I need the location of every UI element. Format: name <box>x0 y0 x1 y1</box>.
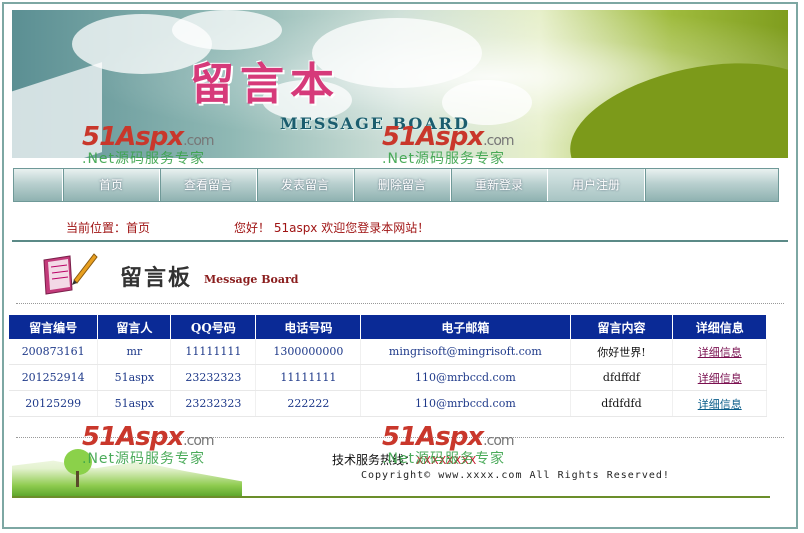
cell-author: mr <box>97 339 172 365</box>
col-header-phone: 电话号码 <box>255 315 362 339</box>
col-header-content: 留言内容 <box>570 315 674 339</box>
cell-phone: 222222 <box>255 390 362 417</box>
cell-qq: 11111111 <box>170 339 257 365</box>
divider <box>12 240 788 242</box>
banner-title: 留言本 <box>190 59 340 110</box>
detail-link[interactable]: 详细信息 <box>698 398 742 411</box>
copyright-text: Copyright© www.xxxx.com All Rights Reser… <box>361 470 670 481</box>
table-row: 200873161 mr 11111111 1300000000 mingris… <box>9 339 767 365</box>
col-header-detail: 详细信息 <box>672 315 767 339</box>
nav-home[interactable]: 首页 <box>63 169 160 201</box>
detail-link[interactable]: 详细信息 <box>698 346 742 359</box>
col-header-id: 留言编号 <box>9 315 99 339</box>
header-banner: 留言本 MESSAGE BOARD <box>12 10 788 158</box>
cell-author: 51aspx <box>97 364 172 391</box>
nav-view-messages[interactable]: 查看留言 <box>160 169 257 201</box>
cell-qq: 23232323 <box>170 390 257 417</box>
hotline: 技术服务热线：XXXXXXXX <box>332 451 476 468</box>
cell-id: 201252914 <box>9 364 99 391</box>
table-row: 201252914 51aspx 23232323 11111111 110@m… <box>9 364 767 391</box>
cell-qq: 23232323 <box>170 364 257 391</box>
nav-relogin[interactable]: 重新登录 <box>451 169 548 201</box>
board-subtitle: Message Board <box>204 273 299 286</box>
cell-id: 200873161 <box>9 339 99 365</box>
cell-email: 110@mrbccd.com <box>360 364 571 391</box>
hotline-number: XXXXXXXX <box>416 454 477 467</box>
cell-phone: 1300000000 <box>255 339 362 365</box>
dotted-divider <box>16 303 784 304</box>
footer: 技术服务热线：XXXXXXXX Copyright© www.xxxx.com … <box>12 445 788 497</box>
footer-divider <box>12 496 770 498</box>
cell-email: mingrisoft@mingrisoft.com <box>360 339 571 365</box>
notebook-pen-icon <box>43 253 98 295</box>
nav-post-message[interactable]: 发表留言 <box>257 169 354 201</box>
cell-detail: 详细信息 <box>672 364 767 391</box>
table-header-row: 留言编号 留言人 QQ号码 电话号码 电子邮箱 留言内容 详细信息 <box>9 315 767 339</box>
cell-content: dfdffdf <box>570 364 674 391</box>
nav-delete-message[interactable]: 删除留言 <box>354 169 451 201</box>
main-nav: 首页 查看留言 发表留言 删除留言 重新登录 用户注册 <box>13 168 779 202</box>
banner-subtitle: MESSAGE BOARD <box>280 114 470 133</box>
cell-content: 你好世界! <box>570 339 674 365</box>
cell-detail: 详细信息 <box>672 390 767 417</box>
nav-register[interactable]: 用户注册 <box>548 169 645 201</box>
grass-illustration <box>12 460 242 497</box>
cell-detail: 详细信息 <box>672 339 767 365</box>
col-header-qq: QQ号码 <box>170 315 257 339</box>
table-row: 20125299 51aspx 23232323 222222 110@mrbc… <box>9 390 767 417</box>
cell-phone: 11111111 <box>255 364 362 391</box>
board-title: 留言板 <box>120 265 193 291</box>
cell-id: 20125299 <box>9 390 99 417</box>
dotted-divider <box>16 437 784 438</box>
cell-content: dfdfdfd <box>570 390 674 417</box>
cell-author: 51aspx <box>97 390 172 417</box>
breadcrumb: 当前位置：首页 <box>66 221 151 235</box>
col-header-email: 电子邮箱 <box>360 315 571 339</box>
messages-table: 留言编号 留言人 QQ号码 电话号码 电子邮箱 留言内容 详细信息 200873… <box>9 315 767 417</box>
hotline-label: 技术服务热线： <box>332 453 417 467</box>
welcome-message: 您好！ 51aspx 欢迎您登录本网站！ <box>234 221 430 235</box>
col-header-author: 留言人 <box>97 315 172 339</box>
cell-email: 110@mrbccd.com <box>360 390 571 417</box>
detail-link[interactable]: 详细信息 <box>698 372 742 385</box>
